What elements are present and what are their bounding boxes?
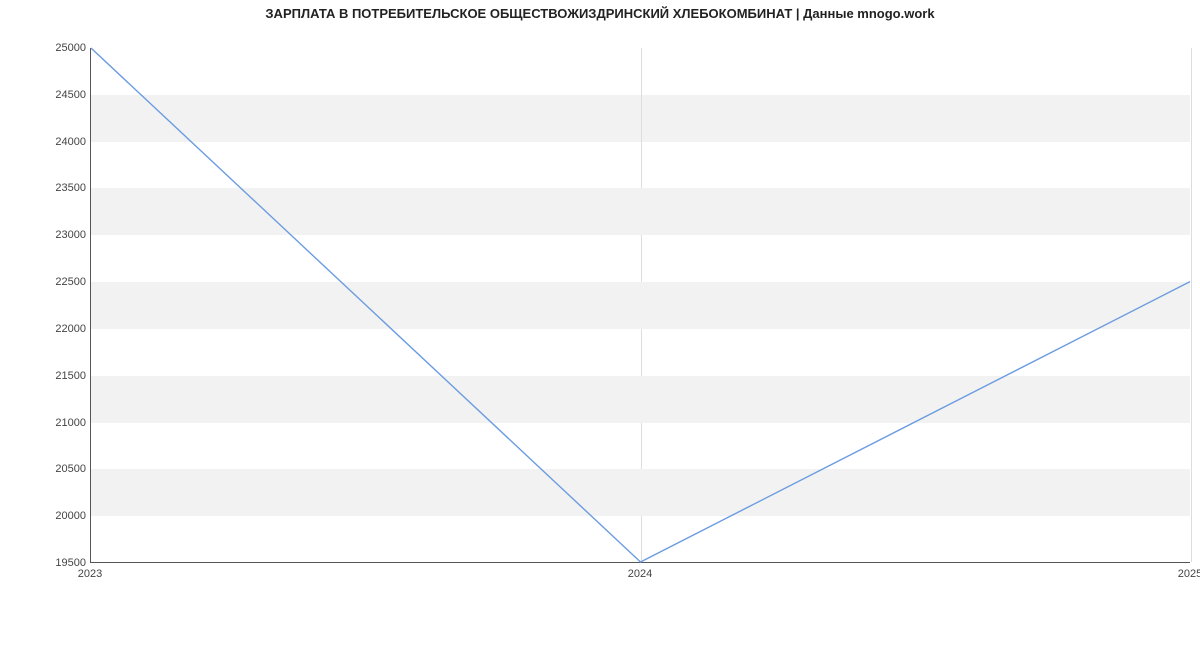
y-tick-label: 25000 <box>26 42 86 54</box>
chart-container: ЗАРПЛАТА В ПОТРЕБИТЕЛЬСКОЕ ОБЩЕСТВОЖИЗДР… <box>0 0 1200 650</box>
x-gridline <box>1191 48 1192 562</box>
plot-area <box>90 48 1190 563</box>
y-tick-label: 23000 <box>26 229 86 241</box>
y-tick-label: 24500 <box>26 89 86 101</box>
x-tick-label: 2024 <box>628 568 652 580</box>
y-tick-label: 24000 <box>26 136 86 148</box>
x-tick-label: 2023 <box>78 568 102 580</box>
chart-title: ЗАРПЛАТА В ПОТРЕБИТЕЛЬСКОЕ ОБЩЕСТВОЖИЗДР… <box>0 6 1200 21</box>
x-tick-label: 2025 <box>1178 568 1200 580</box>
y-tick-label: 23500 <box>26 182 86 194</box>
y-tick-label: 21000 <box>26 417 86 429</box>
y-tick-label: 20500 <box>26 463 86 475</box>
y-tick-label: 21500 <box>26 370 86 382</box>
line-series <box>91 48 1190 562</box>
y-tick-label: 22500 <box>26 276 86 288</box>
y-tick-label: 20000 <box>26 510 86 522</box>
salary-line <box>91 48 1190 562</box>
y-tick-label: 22000 <box>26 323 86 335</box>
